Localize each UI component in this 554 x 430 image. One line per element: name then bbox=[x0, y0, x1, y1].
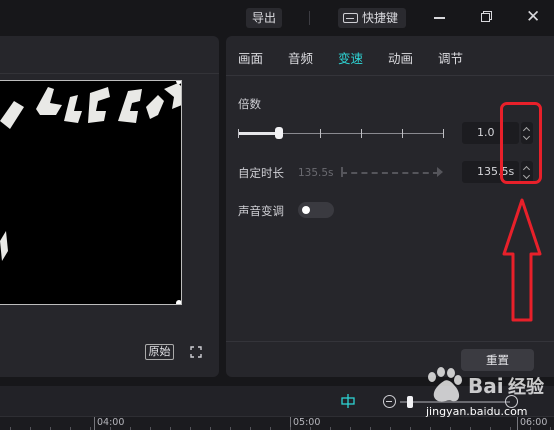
duration-label: 自定时长 bbox=[238, 166, 284, 180]
duration-range-arrow-icon bbox=[437, 167, 443, 177]
slider-tick bbox=[320, 129, 321, 138]
preview-canvas[interactable] bbox=[0, 80, 182, 305]
tab-audio[interactable]: 音频 bbox=[288, 48, 313, 67]
slider-tick bbox=[238, 129, 239, 138]
svg-text:Bai: Bai bbox=[468, 374, 504, 398]
timeline-ruler[interactable]: 04:00 05:00 06:00 bbox=[0, 416, 554, 430]
duration-disabled-value: 135.5s bbox=[298, 167, 334, 179]
tab-speed[interactable]: 变速 bbox=[338, 48, 363, 67]
speed-slider-fill bbox=[238, 132, 279, 135]
annotation-highlight-box bbox=[500, 102, 542, 184]
titlebar-divider bbox=[309, 11, 310, 25]
preview-graphic bbox=[0, 83, 181, 261]
zoom-out-icon[interactable] bbox=[383, 395, 396, 408]
duration-range-line bbox=[341, 172, 439, 174]
player-panel: 原始 bbox=[0, 36, 219, 377]
ruler-major-tick bbox=[517, 417, 518, 430]
ruler-major-tick bbox=[94, 417, 95, 430]
fullscreen-icon[interactable] bbox=[190, 346, 202, 358]
title-bar: 导出 快捷键 ✕ bbox=[0, 0, 554, 36]
close-icon[interactable]: ✕ bbox=[526, 9, 540, 26]
canvas-handle[interactable] bbox=[176, 81, 181, 84]
watermark-text: jingyan.baidu.com bbox=[426, 405, 528, 418]
minimize-icon[interactable] bbox=[433, 10, 447, 24]
pitch-toggle[interactable] bbox=[298, 202, 334, 218]
export-button[interactable]: 导出 bbox=[246, 8, 282, 28]
svg-text:经验: 经验 bbox=[508, 376, 545, 398]
shortcut-label: 快捷键 bbox=[362, 11, 399, 25]
speed-slider-knob[interactable] bbox=[275, 127, 283, 139]
tab-picture[interactable]: 画面 bbox=[238, 48, 263, 67]
annotation-arrow-icon bbox=[502, 198, 542, 322]
restore-icon[interactable] bbox=[480, 10, 494, 24]
ratio-original-button[interactable]: 原始 bbox=[145, 344, 174, 360]
keyboard-icon bbox=[343, 12, 358, 23]
snap-icon[interactable] bbox=[340, 394, 356, 408]
property-tabs: 画面 音频 变速 动画 调节 bbox=[226, 36, 554, 76]
player-header bbox=[0, 36, 219, 74]
slider-tick bbox=[361, 129, 362, 138]
toggle-knob bbox=[302, 206, 310, 214]
tab-animation[interactable]: 动画 bbox=[388, 48, 413, 67]
tab-adjust[interactable]: 调节 bbox=[438, 48, 463, 67]
canvas-handle[interactable] bbox=[176, 300, 181, 304]
slider-tick bbox=[443, 129, 444, 138]
ruler-label: 06:00 bbox=[520, 417, 548, 428]
speed-label: 倍数 bbox=[238, 97, 261, 111]
slider-tick bbox=[402, 129, 403, 138]
pitch-label: 声音变调 bbox=[238, 204, 284, 218]
zoom-slider-knob[interactable] bbox=[407, 396, 413, 408]
shortcut-button[interactable]: 快捷键 bbox=[338, 8, 406, 28]
ruler-label: 05:00 bbox=[293, 417, 321, 428]
